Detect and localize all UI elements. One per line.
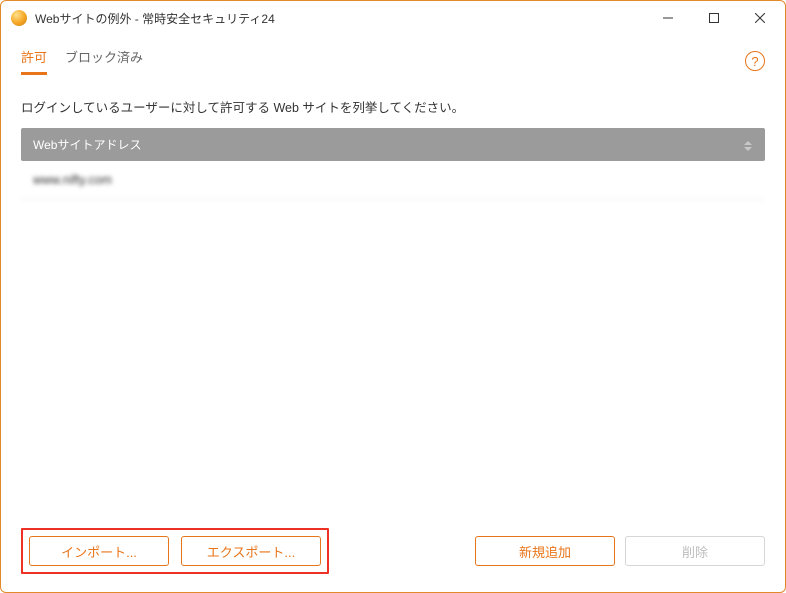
maximize-button[interactable] bbox=[691, 1, 737, 35]
window-controls bbox=[645, 1, 783, 35]
dialog-window: Webサイトの例外 - 常時安全セキュリティ24 許可 ブロック済み ? ログイ… bbox=[0, 0, 786, 593]
instruction-text: ログインしているユーザーに対して許可する Web サイトを列挙してください。 bbox=[21, 97, 765, 116]
highlight-box: インポート... エクスポート... bbox=[21, 528, 329, 574]
delete-button: 削除 bbox=[625, 536, 765, 566]
content-area: 許可 ブロック済み ? ログインしているユーザーに対して許可する Web サイト… bbox=[1, 35, 785, 592]
export-button[interactable]: エクスポート... bbox=[181, 536, 321, 566]
table-header[interactable]: Webサイトアドレス bbox=[21, 128, 765, 161]
add-button[interactable]: 新規追加 bbox=[475, 536, 615, 566]
sort-icon bbox=[743, 140, 753, 150]
titlebar: Webサイトの例外 - 常時安全セキュリティ24 bbox=[1, 1, 785, 35]
window-title: Webサイトの例外 - 常時安全セキュリティ24 bbox=[35, 10, 645, 27]
footer: インポート... エクスポート... 新規追加 削除 bbox=[21, 528, 765, 574]
tabs: 許可 ブロック済み bbox=[21, 47, 143, 75]
tab-allow[interactable]: 許可 bbox=[21, 47, 47, 75]
app-icon bbox=[11, 10, 27, 26]
table-header-label: Webサイトアドレス bbox=[33, 136, 141, 153]
tab-blocked[interactable]: ブロック済み bbox=[65, 47, 143, 75]
import-button[interactable]: インポート... bbox=[29, 536, 169, 566]
table-row[interactable]: www.nifty.com bbox=[21, 161, 765, 200]
tabs-row: 許可 ブロック済み ? bbox=[21, 47, 765, 75]
minimize-button[interactable] bbox=[645, 1, 691, 35]
help-icon[interactable]: ? bbox=[745, 51, 765, 71]
close-button[interactable] bbox=[737, 1, 783, 35]
